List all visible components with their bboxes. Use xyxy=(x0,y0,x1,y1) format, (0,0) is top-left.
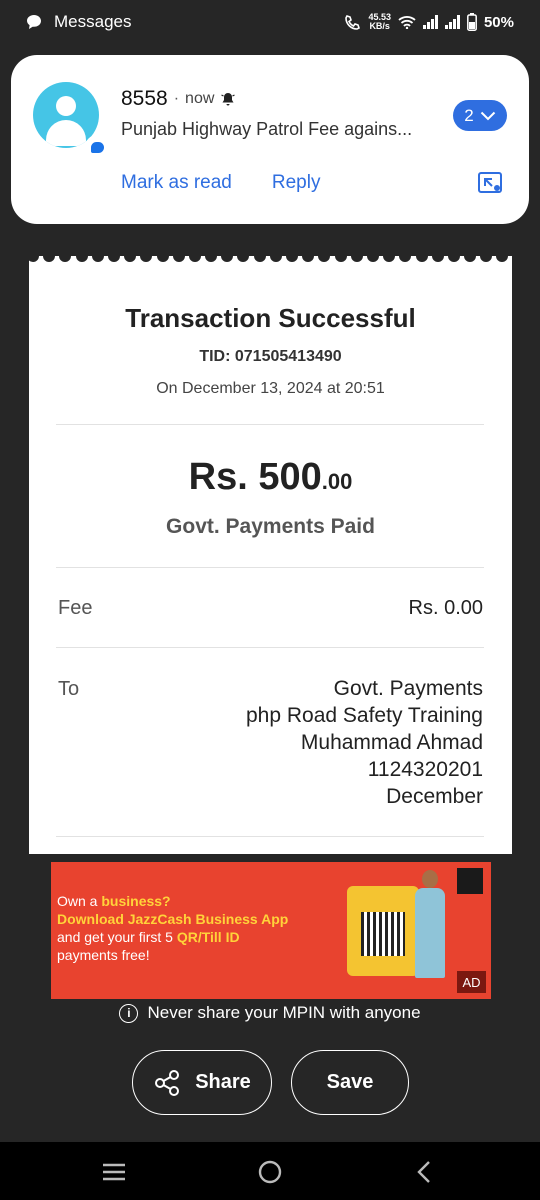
net-speed-unit: KB/s xyxy=(369,21,390,31)
expand-count-button[interactable]: 2 xyxy=(453,100,507,131)
save-button[interactable]: Save xyxy=(291,1050,409,1115)
person-image xyxy=(413,870,447,978)
ad-line1-pre: Own a xyxy=(57,893,102,909)
recipient-details: Govt. Payments php Road Safety Training … xyxy=(246,675,483,810)
sms-notification-card[interactable]: 8558 · now Punjab Highway Patrol Fee aga… xyxy=(11,55,529,224)
ad-line2: Download JazzCash Business App xyxy=(57,911,289,927)
separator-dot: · xyxy=(173,90,180,107)
amount: Rs. 500.00 xyxy=(29,456,512,499)
recipient-line: php Road Safety Training xyxy=(246,704,483,727)
transaction-receipt: Transaction Successful TID: 071505413490… xyxy=(29,256,512,854)
ad-line3-em: QR/Till ID xyxy=(176,929,240,945)
share-button[interactable]: Share xyxy=(132,1050,272,1115)
recipient-line: December xyxy=(386,785,483,808)
share-icon xyxy=(155,1069,180,1096)
amount-main: Rs. 500 xyxy=(188,456,322,498)
ad-tag: AD xyxy=(457,971,486,993)
chevron-down-icon xyxy=(480,111,495,120)
battery-percent: 50% xyxy=(483,13,514,31)
notification-time: now xyxy=(185,90,215,107)
home-icon[interactable] xyxy=(257,1159,283,1185)
security-note: i Never share your MPIN with anyone xyxy=(0,1003,540,1023)
ad-line1-em: business? xyxy=(101,893,171,909)
wifi-icon xyxy=(398,16,416,29)
qr-stand-image xyxy=(347,886,419,976)
payment-type: Govt. Payments Paid xyxy=(166,515,375,538)
fee-label: Fee xyxy=(58,597,93,619)
reply-button[interactable]: Reply xyxy=(272,172,321,194)
transaction-id: TID: 071505413490 xyxy=(199,348,342,365)
info-icon: i xyxy=(119,1003,139,1023)
battery-icon xyxy=(467,13,477,31)
share-label: Share xyxy=(195,1071,251,1093)
network-speed: 45.53 KB/s xyxy=(368,13,391,31)
mark-as-read-button[interactable]: Mark as read xyxy=(121,172,232,194)
back-icon[interactable] xyxy=(412,1159,438,1185)
save-label: Save xyxy=(326,1071,374,1093)
transaction-date: On December 13, 2024 at 20:51 xyxy=(156,380,385,397)
divider xyxy=(56,424,484,425)
jazzcash-business-logo xyxy=(457,868,483,894)
receipt-edge xyxy=(29,256,512,266)
notification-header: 8558 · now xyxy=(121,87,236,111)
signal-icon-sim1 xyxy=(422,15,438,29)
ad-copy: Own a business? Download JazzCash Busine… xyxy=(57,892,288,964)
recipient-line: Govt. Payments xyxy=(333,677,483,700)
to-label: To xyxy=(58,678,80,700)
recent-apps-icon[interactable] xyxy=(101,1159,127,1185)
ad-line4: payments free! xyxy=(57,947,150,963)
receipt-title: Transaction Successful xyxy=(125,303,416,333)
amount-decimal: .00 xyxy=(321,469,353,494)
divider xyxy=(56,647,484,648)
bell-icon xyxy=(221,93,236,106)
signal-icon-sim2 xyxy=(444,15,460,29)
fee-value: Rs. 0.00 xyxy=(408,597,483,619)
status-bar: Messages 45.53 KB/s 50% xyxy=(0,0,540,44)
security-note-text: Never share your MPIN with anyone xyxy=(147,1003,421,1022)
notification-preview: Punjab Highway Patrol Fee agains... xyxy=(121,119,413,139)
system-nav-bar xyxy=(0,1142,540,1200)
messages-badge-icon xyxy=(85,135,109,159)
divider xyxy=(56,567,484,568)
recipient-line: Muhammad Ahmad xyxy=(300,731,483,754)
notification-actions: Mark as read Reply xyxy=(121,172,320,194)
recipient-line: 1124320201 xyxy=(367,758,483,781)
status-app-label: Messages xyxy=(54,12,132,31)
call-icon xyxy=(345,14,361,30)
notification-sender: 8558 xyxy=(121,87,168,110)
messages-app-icon xyxy=(27,15,41,29)
notification-count: 2 xyxy=(464,105,474,125)
ad-line3: and get your first 5 xyxy=(57,929,177,945)
divider xyxy=(56,836,484,837)
ad-banner[interactable]: Own a business? Download JazzCash Busine… xyxy=(51,862,491,999)
open-in-popup-icon[interactable] xyxy=(477,170,503,196)
